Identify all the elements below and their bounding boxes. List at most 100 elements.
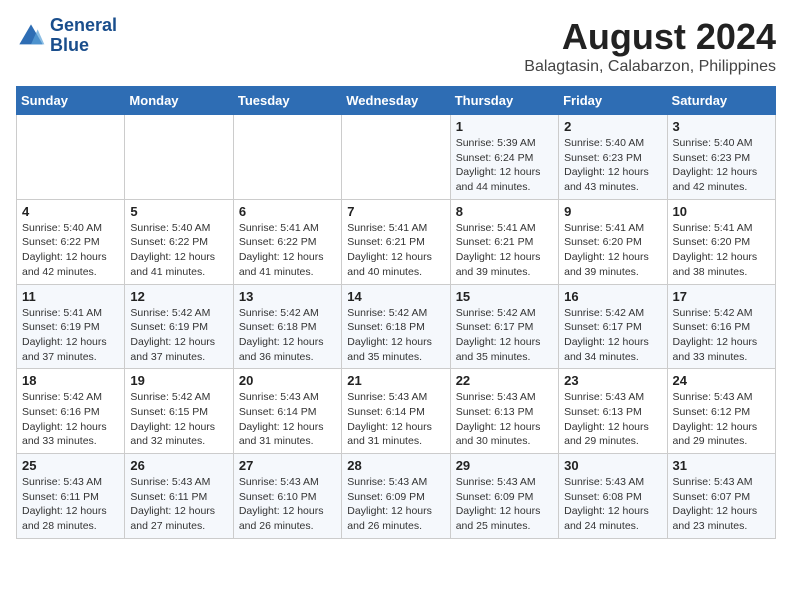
week-row-2: 11 Sunrise: 5:41 AM Sunset: 6:19 PM Dayli… (17, 284, 776, 369)
day-info: Sunrise: 5:41 AM Sunset: 6:19 PM Dayligh… (22, 306, 119, 365)
main-title: August 2024 (524, 16, 776, 58)
calendar-header: Sunday Monday Tuesday Wednesday Thursday… (17, 87, 776, 115)
day-cell: 3 Sunrise: 5:40 AM Sunset: 6:23 PM Daylig… (667, 115, 775, 200)
day-cell: 26 Sunrise: 5:43 AM Sunset: 6:11 PM Dayli… (125, 454, 233, 539)
day-info: Sunrise: 5:41 AM Sunset: 6:21 PM Dayligh… (456, 221, 553, 280)
day-cell: 20 Sunrise: 5:43 AM Sunset: 6:14 PM Dayli… (233, 369, 341, 454)
day-info: Sunrise: 5:42 AM Sunset: 6:17 PM Dayligh… (456, 306, 553, 365)
logo-line2: Blue (50, 36, 117, 56)
day-info: Sunrise: 5:43 AM Sunset: 6:14 PM Dayligh… (239, 390, 336, 449)
day-number: 18 (22, 373, 119, 388)
day-cell: 19Sunrise: 5:42 AM Sunset: 6:15 PM Dayli… (125, 369, 233, 454)
day-number: 21 (347, 373, 444, 388)
day-info: Sunrise: 5:43 AM Sunset: 6:13 PM Dayligh… (564, 390, 661, 449)
logo-text: General Blue (50, 16, 117, 56)
day-number: 5 (130, 204, 227, 219)
day-cell: 30Sunrise: 5:43 AM Sunset: 6:08 PM Dayli… (559, 454, 667, 539)
day-info: Sunrise: 5:41 AM Sunset: 6:22 PM Dayligh… (239, 221, 336, 280)
day-info: Sunrise: 5:43 AM Sunset: 6:09 PM Dayligh… (347, 475, 444, 534)
day-cell: 23 Sunrise: 5:43 AM Sunset: 6:13 PM Dayli… (559, 369, 667, 454)
day-number: 29 (456, 458, 553, 473)
day-number: 12 (130, 289, 227, 304)
day-number: 4 (22, 204, 119, 219)
day-cell: 2Sunrise: 5:40 AM Sunset: 6:23 PM Daylig… (559, 115, 667, 200)
day-info: Sunrise: 5:42 AM Sunset: 6:15 PM Dayligh… (130, 390, 227, 449)
day-info: Sunrise: 5:43 AM Sunset: 6:07 PM Dayligh… (673, 475, 770, 534)
day-number: 17 (673, 289, 770, 304)
day-info: Sunrise: 5:41 AM Sunset: 6:20 PM Dayligh… (564, 221, 661, 280)
day-info: Sunrise: 5:43 AM Sunset: 6:11 PM Dayligh… (22, 475, 119, 534)
day-number: 28 (347, 458, 444, 473)
logo: General Blue (16, 16, 117, 56)
day-number: 23 (564, 373, 661, 388)
day-info: Sunrise: 5:40 AM Sunset: 6:23 PM Dayligh… (564, 136, 661, 195)
day-cell: 21 Sunrise: 5:43 AM Sunset: 6:14 PM Dayli… (342, 369, 450, 454)
day-number: 22 (456, 373, 553, 388)
day-info: Sunrise: 5:40 AM Sunset: 6:23 PM Dayligh… (673, 136, 770, 195)
day-cell: 14 Sunrise: 5:42 AM Sunset: 6:18 PM Dayli… (342, 284, 450, 369)
day-cell: 31 Sunrise: 5:43 AM Sunset: 6:07 PM Dayli… (667, 454, 775, 539)
header-row: Sunday Monday Tuesday Wednesday Thursday… (17, 87, 776, 115)
day-cell: 8 Sunrise: 5:41 AM Sunset: 6:21 PM Daylig… (450, 199, 558, 284)
col-monday: Monday (125, 87, 233, 115)
day-number: 8 (456, 204, 553, 219)
day-info: Sunrise: 5:41 AM Sunset: 6:20 PM Dayligh… (673, 221, 770, 280)
day-cell: 1Sunrise: 5:39 AM Sunset: 6:24 PM Daylig… (450, 115, 558, 200)
day-cell: 29 Sunrise: 5:43 AM Sunset: 6:09 PM Dayli… (450, 454, 558, 539)
day-number: 16 (564, 289, 661, 304)
day-number: 15 (456, 289, 553, 304)
day-info: Sunrise: 5:42 AM Sunset: 6:16 PM Dayligh… (22, 390, 119, 449)
day-info: Sunrise: 5:43 AM Sunset: 6:12 PM Dayligh… (673, 390, 770, 449)
day-info: Sunrise: 5:40 AM Sunset: 6:22 PM Dayligh… (130, 221, 227, 280)
day-info: Sunrise: 5:43 AM Sunset: 6:14 PM Dayligh… (347, 390, 444, 449)
day-info: Sunrise: 5:42 AM Sunset: 6:19 PM Dayligh… (130, 306, 227, 365)
day-cell: 11 Sunrise: 5:41 AM Sunset: 6:19 PM Dayli… (17, 284, 125, 369)
col-friday: Friday (559, 87, 667, 115)
day-info: Sunrise: 5:43 AM Sunset: 6:13 PM Dayligh… (456, 390, 553, 449)
day-number: 9 (564, 204, 661, 219)
day-number: 14 (347, 289, 444, 304)
day-info: Sunrise: 5:40 AM Sunset: 6:22 PM Dayligh… (22, 221, 119, 280)
day-number: 30 (564, 458, 661, 473)
header: General Blue August 2024 Balagtasin, Cal… (16, 16, 776, 76)
day-cell: 17 Sunrise: 5:42 AM Sunset: 6:16 PM Dayli… (667, 284, 775, 369)
day-cell: 16Sunrise: 5:42 AM Sunset: 6:17 PM Dayli… (559, 284, 667, 369)
day-number: 6 (239, 204, 336, 219)
day-cell: 25 Sunrise: 5:43 AM Sunset: 6:11 PM Dayli… (17, 454, 125, 539)
day-number: 3 (673, 119, 770, 134)
day-number: 7 (347, 204, 444, 219)
day-cell: 18 Sunrise: 5:42 AM Sunset: 6:16 PM Dayli… (17, 369, 125, 454)
day-cell (125, 115, 233, 200)
day-info: Sunrise: 5:42 AM Sunset: 6:18 PM Dayligh… (239, 306, 336, 365)
day-cell: 7Sunrise: 5:41 AM Sunset: 6:21 PM Daylig… (342, 199, 450, 284)
col-thursday: Thursday (450, 87, 558, 115)
col-saturday: Saturday (667, 87, 775, 115)
title-area: August 2024 Balagtasin, Calabarzon, Phil… (524, 16, 776, 76)
subtitle: Balagtasin, Calabarzon, Philippines (524, 58, 776, 76)
day-number: 11 (22, 289, 119, 304)
day-number: 27 (239, 458, 336, 473)
day-cell: 15 Sunrise: 5:42 AM Sunset: 6:17 PM Dayli… (450, 284, 558, 369)
week-row-3: 18 Sunrise: 5:42 AM Sunset: 6:16 PM Dayli… (17, 369, 776, 454)
day-info: Sunrise: 5:42 AM Sunset: 6:16 PM Dayligh… (673, 306, 770, 365)
day-number: 26 (130, 458, 227, 473)
week-row-4: 25 Sunrise: 5:43 AM Sunset: 6:11 PM Dayli… (17, 454, 776, 539)
day-cell: 9 Sunrise: 5:41 AM Sunset: 6:20 PM Daylig… (559, 199, 667, 284)
day-cell (342, 115, 450, 200)
day-number: 25 (22, 458, 119, 473)
col-sunday: Sunday (17, 87, 125, 115)
day-cell (17, 115, 125, 200)
day-info: Sunrise: 5:43 AM Sunset: 6:11 PM Dayligh… (130, 475, 227, 534)
day-cell: 13 Sunrise: 5:42 AM Sunset: 6:18 PM Dayli… (233, 284, 341, 369)
day-info: Sunrise: 5:43 AM Sunset: 6:10 PM Dayligh… (239, 475, 336, 534)
day-info: Sunrise: 5:39 AM Sunset: 6:24 PM Dayligh… (456, 136, 553, 195)
day-info: Sunrise: 5:43 AM Sunset: 6:09 PM Dayligh… (456, 475, 553, 534)
day-number: 13 (239, 289, 336, 304)
day-number: 31 (673, 458, 770, 473)
day-info: Sunrise: 5:42 AM Sunset: 6:18 PM Dayligh… (347, 306, 444, 365)
week-row-1: 4 Sunrise: 5:40 AM Sunset: 6:22 PM Daylig… (17, 199, 776, 284)
week-row-0: 1Sunrise: 5:39 AM Sunset: 6:24 PM Daylig… (17, 115, 776, 200)
col-tuesday: Tuesday (233, 87, 341, 115)
day-number: 20 (239, 373, 336, 388)
day-cell: 6 Sunrise: 5:41 AM Sunset: 6:22 PM Daylig… (233, 199, 341, 284)
